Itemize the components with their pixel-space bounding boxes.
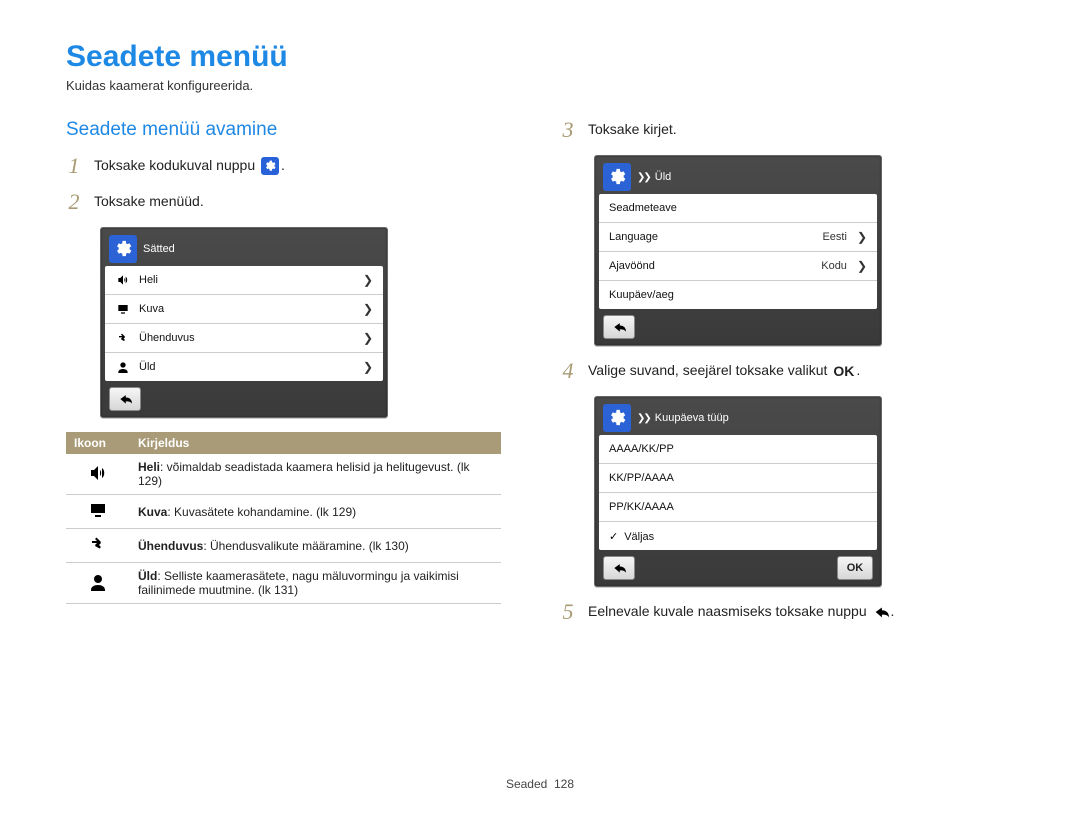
chevron-right-icon bbox=[357, 331, 373, 345]
chevron-right-icon bbox=[357, 302, 373, 316]
person-icon bbox=[89, 580, 107, 594]
page-footer: Seaded 128 bbox=[0, 777, 1080, 791]
table-row: Kuva: Kuvasätete kohandamine. (lk 129) bbox=[66, 495, 501, 529]
table-row: Üld: Selliste kaamerasätete, nagu mäluvo… bbox=[66, 563, 501, 604]
ok-button[interactable]: OK bbox=[837, 556, 873, 580]
list-item[interactable]: Ühenduvus bbox=[105, 324, 383, 353]
right-column: 3 Toksake kirjet. Üld Seadmeteave Langua… bbox=[560, 119, 1014, 637]
chevron-right-icon bbox=[357, 360, 373, 374]
list-item[interactable]: Kuupäev/aeg bbox=[599, 281, 877, 309]
gear-icon bbox=[261, 157, 279, 175]
list-item[interactable]: Üld bbox=[105, 353, 383, 381]
list-item[interactable]: KK/PP/AAAA bbox=[599, 464, 877, 493]
person-icon bbox=[115, 361, 131, 373]
chevron-right-icon bbox=[851, 230, 867, 244]
step-3: 3 Toksake kirjet. bbox=[560, 119, 1014, 141]
speaker-icon bbox=[115, 274, 131, 286]
device-panel-settings: Sätted Heli Kuva Ühenduvus bbox=[100, 227, 388, 418]
breadcrumb-icon bbox=[637, 412, 653, 424]
back-button[interactable] bbox=[603, 315, 635, 339]
table-row: Ühenduvus: Ühendusvalikute määramine. (l… bbox=[66, 529, 501, 563]
step-2: 2 Toksake menüüd. bbox=[66, 191, 520, 213]
display-icon bbox=[89, 508, 107, 522]
list-item[interactable]: Seadmeteave bbox=[599, 194, 877, 223]
description-table: Ikoon Kirjeldus Heli: võimaldab seadista… bbox=[66, 432, 501, 604]
gear-icon bbox=[603, 404, 631, 432]
list-item[interactable]: AAAA/KK/PP bbox=[599, 435, 877, 464]
section-heading: Seadete menüü avamine bbox=[66, 119, 520, 141]
gear-icon bbox=[603, 163, 631, 191]
chevron-right-icon bbox=[357, 273, 373, 287]
page-title: Seadete menüü bbox=[66, 40, 1014, 74]
ok-icon: OK bbox=[833, 363, 854, 379]
list-item[interactable]: Heli bbox=[105, 266, 383, 295]
device-panel-general: Üld Seadmeteave Language Eesti Ajavöönd … bbox=[594, 155, 882, 346]
left-column: Seadete menüü avamine 1 Toksake kodukuva… bbox=[66, 119, 520, 637]
gear-icon bbox=[109, 235, 137, 263]
list-item[interactable]: Väljas bbox=[599, 522, 877, 550]
check-icon: Väljas bbox=[609, 530, 867, 543]
step-5: 5 Eelnevale kuvale naasmiseks toksake nu… bbox=[560, 601, 1014, 623]
speaker-icon bbox=[89, 471, 107, 485]
breadcrumb-icon bbox=[637, 171, 653, 183]
back-button[interactable] bbox=[603, 556, 635, 580]
back-icon bbox=[873, 604, 889, 620]
connectivity-icon bbox=[115, 332, 131, 344]
table-row: Heli: võimaldab seadistada kaamera helis… bbox=[66, 454, 501, 495]
connectivity-icon bbox=[89, 542, 107, 556]
back-button[interactable] bbox=[109, 387, 141, 411]
list-item[interactable]: PP/KK/AAAA bbox=[599, 493, 877, 522]
list-item[interactable]: Kuva bbox=[105, 295, 383, 324]
list-item[interactable]: Ajavöönd Kodu bbox=[599, 252, 877, 281]
step-4: 4 Valige suvand, seejärel toksake valiku… bbox=[560, 360, 1014, 382]
page-caption: Kuidas kaamerat konfigureerida. bbox=[66, 78, 1014, 93]
list-item[interactable]: Language Eesti bbox=[599, 223, 877, 252]
step-1: 1 Toksake kodukuval nuppu . bbox=[66, 155, 520, 177]
device-panel-datetype: Kuupäeva tüüp AAAA/KK/PP KK/PP/AAAA PP/K… bbox=[594, 396, 882, 587]
display-icon bbox=[115, 303, 131, 315]
chevron-right-icon bbox=[851, 259, 867, 273]
